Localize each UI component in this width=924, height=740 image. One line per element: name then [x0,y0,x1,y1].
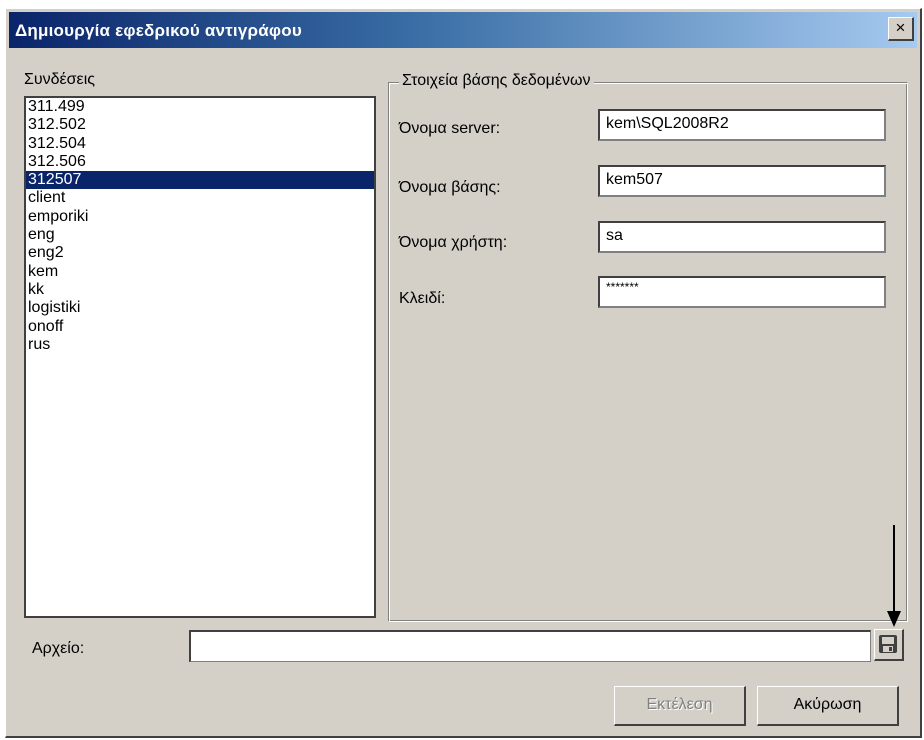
password-field[interactable]: ******* [598,276,886,308]
list-item[interactable]: 311.499 [26,98,374,116]
file-path-field[interactable] [189,630,871,662]
database-name-field[interactable]: kem507 [598,165,886,197]
browse-file-button[interactable] [874,629,904,661]
connections-label: Συνδέσεις [24,71,95,88]
execute-button[interactable]: Εκτέλεση [614,686,746,726]
list-item[interactable]: rus [26,336,374,354]
arrow-annotation-icon [887,525,901,627]
file-label: Αρχείο: [32,640,85,657]
backup-dialog: Δημιουργία εφεδρικού αντιγράφου × Συνδέσ… [5,8,922,738]
close-button[interactable]: × [888,17,914,41]
list-item[interactable]: kk [26,281,374,299]
password-label: Κλειδί: [399,290,446,307]
list-item[interactable]: 312.506 [26,153,374,171]
title-bar[interactable]: Δημιουργία εφεδρικού αντιγράφου × [9,12,917,48]
list-item[interactable]: client [26,189,374,207]
server-name-field[interactable]: kem\SQL2008R2 [598,109,886,141]
list-item[interactable]: kem [26,263,374,281]
list-item[interactable]: emporiki [26,208,374,226]
cancel-button[interactable]: Ακύρωση [757,686,899,726]
server-name-label: Όνομα server: [399,120,501,137]
database-name-label: Όνομα βάσης: [399,179,501,196]
list-item[interactable]: 312507 [26,171,374,190]
db-details-group [388,82,908,622]
list-item[interactable]: eng [26,226,374,244]
list-item[interactable]: onoff [26,318,374,336]
user-name-field[interactable]: sa [598,221,886,253]
list-item[interactable]: 312.504 [26,135,374,153]
save-disk-icon [879,635,897,653]
window-title: Δημιουργία εφεδρικού αντιγράφου [15,21,302,40]
user-name-label: Όνομα χρήστη: [399,234,508,251]
connections-list[interactable]: 311.499 312.502 312.504 312.506 312507 client… [24,96,376,618]
close-icon: × [895,18,906,37]
list-item[interactable]: eng2 [26,244,374,262]
list-item[interactable]: logistiki [26,299,374,317]
db-details-legend: Στοιχεία βάσης δεδομένων [399,72,594,90]
list-item[interactable]: 312.502 [26,116,374,134]
